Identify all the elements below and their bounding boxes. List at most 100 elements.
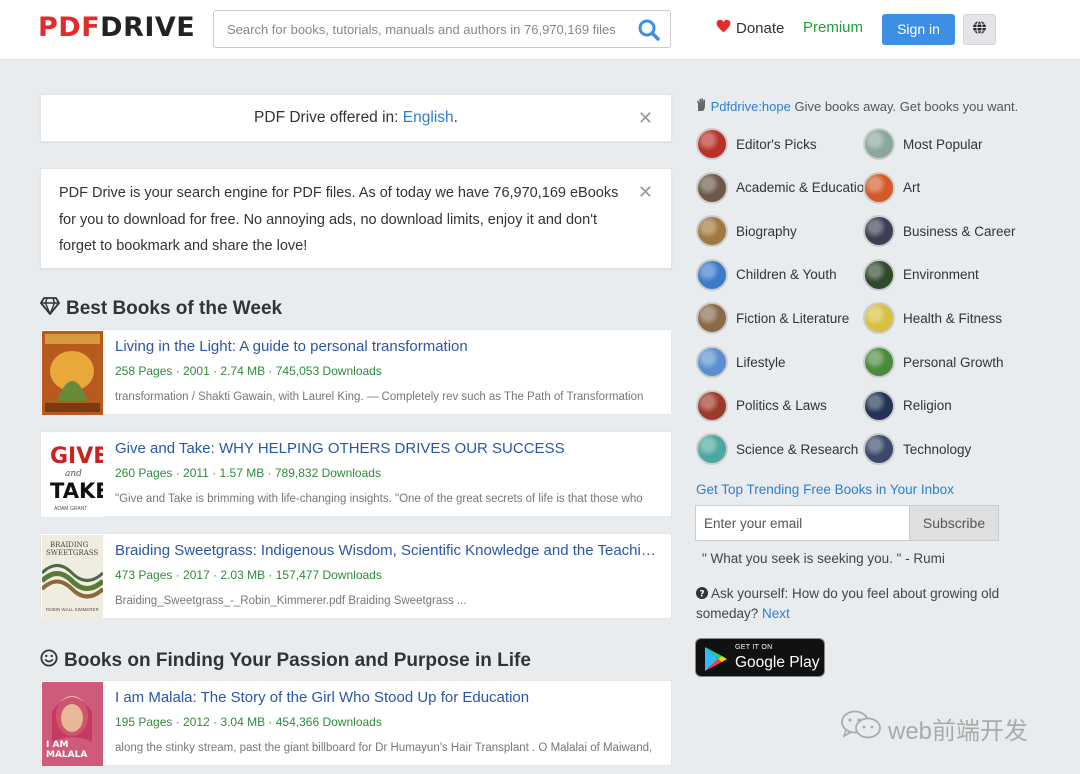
category-thumbnail-icon	[696, 215, 728, 248]
book-meta: 258 Pages · 2001 · 2.74 MB · 745,053 Dow…	[115, 364, 382, 378]
category-thumbnail-icon	[863, 171, 895, 204]
email-input[interactable]	[695, 505, 910, 541]
search-icon[interactable]	[636, 17, 662, 43]
google-play-small-text: GET IT ON	[735, 644, 773, 651]
category-item[interactable]: Health & Fitness	[863, 302, 1003, 335]
category-item[interactable]: Technology	[863, 433, 972, 466]
book-item[interactable]: BRAIDING SWEETGRASS ROBIN WALL KIMMERER …	[40, 533, 672, 619]
site-logo[interactable]: PDFDRIVE	[38, 11, 195, 45]
subscribe-button[interactable]: Subscribe	[909, 505, 999, 541]
book-title[interactable]: Give and Take: WHY HELPING OTHERS DRIVES…	[115, 440, 663, 457]
sign-in-button[interactable]: Sign in	[882, 14, 955, 45]
section-title-text: Books on Finding Your Passion and Purpos…	[64, 650, 531, 671]
category-label: Environment	[903, 267, 979, 283]
category-label: Academic & Education	[736, 180, 864, 196]
cover-text: TAKE	[50, 479, 103, 503]
close-icon[interactable]: ✕	[638, 181, 653, 203]
language-notice-text: PDF Drive offered in:	[254, 109, 403, 126]
category-item[interactable]: Religion	[863, 389, 952, 422]
section-title-passion: Books on Finding Your Passion and Purpos…	[40, 649, 531, 673]
hope-banner: Pdfdrive:hope Give books away. Get books…	[696, 98, 1018, 114]
book-item[interactable]: GIVE and TAKE ADAM GRANT Give and Take: …	[40, 431, 672, 517]
google-play-text: Google Play	[735, 654, 820, 671]
svg-text:?: ?	[699, 589, 704, 599]
category-label: Personal Growth	[903, 354, 1004, 370]
category-item[interactable]: Lifestyle	[696, 346, 786, 378]
category-thumbnail-icon	[863, 128, 895, 160]
logo-drive-text: DRIVE	[100, 12, 196, 43]
book-snippet: "Give and Take is brimming with life-cha…	[115, 493, 643, 505]
hope-link[interactable]: Pdfdrive:hope	[711, 99, 791, 114]
category-label: Health & Fitness	[903, 310, 1003, 326]
category-thumbnail-icon	[863, 389, 895, 422]
category-label: Science & Research	[736, 441, 859, 457]
cover-text: and	[65, 469, 82, 479]
category-item[interactable]: Academic & Education	[696, 171, 864, 204]
donate-link[interactable]: Donate	[716, 19, 784, 37]
category-label: Politics & Laws	[736, 398, 827, 414]
book-cover[interactable]: GIVE and TAKE ADAM GRANT	[42, 433, 103, 517]
book-meta: 195 Pages · 2012 · 3.04 MB · 454,366 Dow…	[115, 715, 382, 729]
category-label: Editor's Picks	[736, 136, 817, 152]
category-item[interactable]: Politics & Laws	[696, 389, 827, 422]
ask-text: Ask yourself: How do you feel about grow…	[696, 586, 1000, 621]
premium-link[interactable]: Premium	[803, 19, 863, 36]
book-cover[interactable]	[42, 331, 103, 415]
cover-text: I AM MALALA	[46, 740, 88, 760]
category-item[interactable]: Children & Youth	[696, 258, 837, 291]
category-item[interactable]: Biography	[696, 215, 797, 248]
ask-yourself: ? Ask yourself: How do you feel about gr…	[696, 584, 1016, 624]
language-notice-suffix: .	[453, 109, 458, 126]
category-thumbnail-icon	[863, 302, 895, 335]
smile-icon	[40, 649, 58, 673]
question-icon: ?	[696, 586, 711, 601]
category-thumbnail-icon	[696, 128, 728, 160]
category-item[interactable]: Editor's Picks	[696, 128, 817, 160]
category-thumbnail-icon	[696, 258, 728, 291]
book-snippet: transformation / Shakti Gawain, with Lau…	[115, 391, 644, 403]
category-item[interactable]: Most Popular	[863, 128, 983, 160]
section-title-best-books: Best Books of the Week	[40, 297, 282, 321]
category-thumbnail-icon	[696, 346, 728, 378]
language-button[interactable]	[963, 14, 996, 45]
next-link[interactable]: Next	[762, 606, 790, 621]
language-link[interactable]: English	[403, 109, 454, 126]
category-thumbnail-icon	[863, 433, 895, 466]
google-play-icon	[704, 646, 728, 677]
category-item[interactable]: Art	[863, 171, 920, 204]
search-box	[213, 10, 671, 48]
category-label: Most Popular	[903, 136, 983, 152]
category-label: Fiction & Literature	[736, 310, 850, 326]
category-thumbnail-icon	[696, 433, 728, 466]
book-title[interactable]: Living in the Light: A guide to personal…	[115, 338, 663, 355]
book-snippet: along the stinky stream, past the giant …	[115, 742, 653, 754]
cover-text: GIVE	[50, 444, 103, 469]
book-cover[interactable]: I AM MALALA	[42, 682, 103, 766]
category-item[interactable]: Fiction & Literature	[696, 302, 850, 335]
search-input[interactable]	[214, 11, 624, 47]
cover-text: SWEETGRASS	[46, 549, 99, 557]
google-play-badge[interactable]: GET IT ON Google Play	[695, 638, 825, 677]
cover-text: BRAIDING	[50, 541, 89, 549]
language-notice: PDF Drive offered in: English. ✕	[40, 94, 672, 142]
book-title[interactable]: Braiding Sweetgrass: Indigenous Wisdom, …	[115, 542, 663, 559]
book-cover[interactable]: BRAIDING SWEETGRASS ROBIN WALL KIMMERER	[42, 535, 103, 619]
book-meta: 473 Pages · 2017 · 2.03 MB · 157,477 Dow…	[115, 568, 382, 582]
category-label: Business & Career	[903, 223, 1016, 239]
book-item[interactable]: I AM MALALA I am Malala: The Story of th…	[40, 680, 672, 766]
category-item[interactable]: Business & Career	[863, 215, 1016, 248]
category-label: Lifestyle	[736, 354, 786, 370]
book-snippet: Braiding_Sweetgrass_-_Robin_Kimmerer.pdf…	[115, 595, 467, 607]
category-label: Technology	[903, 441, 972, 457]
book-title[interactable]: I am Malala: The Story of the Girl Who S…	[115, 689, 663, 706]
heart-icon	[716, 19, 731, 37]
section-title-text: Best Books of the Week	[66, 298, 283, 319]
category-item[interactable]: Science & Research	[696, 433, 859, 466]
category-item[interactable]: Personal Growth	[863, 346, 1004, 378]
book-meta: 260 Pages · 2011 · 1.57 MB · 789,832 Dow…	[115, 466, 381, 480]
category-thumbnail-icon	[863, 346, 895, 378]
close-icon[interactable]: ✕	[638, 95, 653, 141]
category-item[interactable]: Environment	[863, 258, 979, 291]
book-item[interactable]: Living in the Light: A guide to personal…	[40, 329, 672, 415]
hand-icon	[696, 98, 711, 114]
